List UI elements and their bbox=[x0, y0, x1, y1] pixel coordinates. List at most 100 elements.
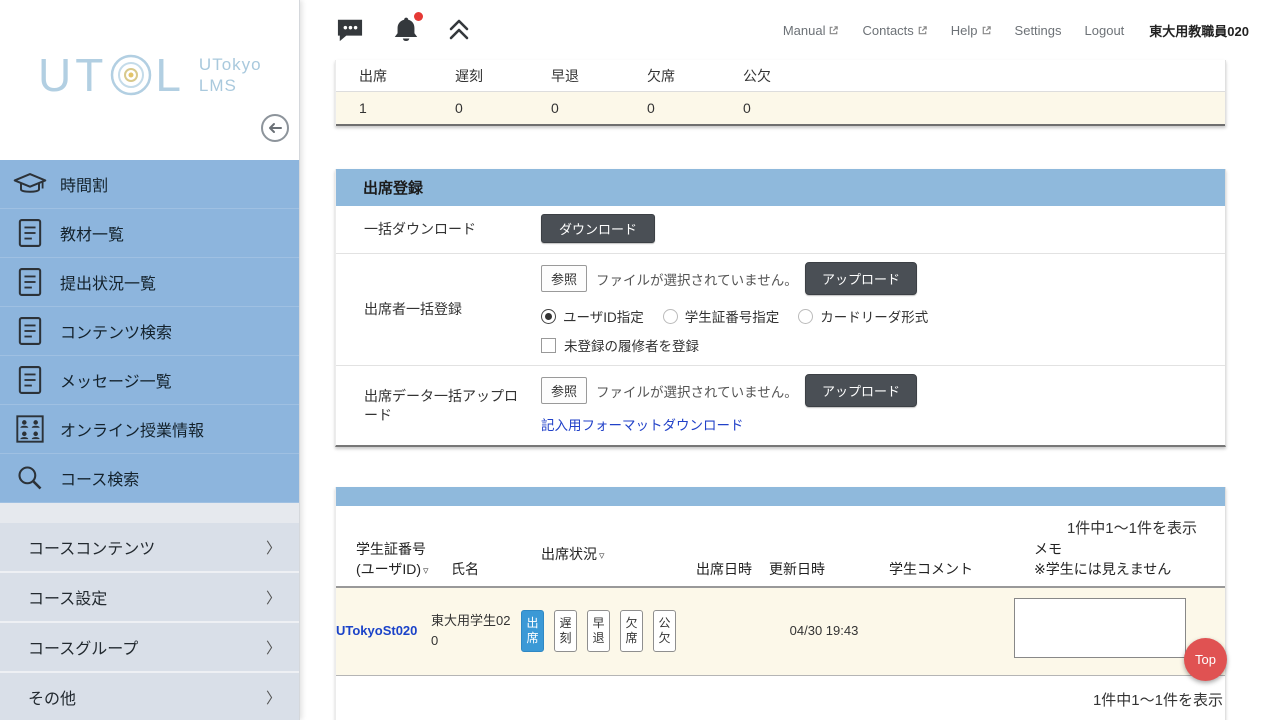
radio-checked-icon bbox=[541, 309, 556, 324]
sort-icon[interactable]: ▿ bbox=[599, 550, 605, 562]
summary-col-leave-early: 早退 bbox=[551, 66, 647, 86]
logo-letters-right: L bbox=[155, 48, 185, 102]
bulk-upload-row: 出席データ一括アップロード 参照 ファイルが選択されていません。 アップロード … bbox=[336, 366, 1225, 445]
bulk-download-label: 一括ダウンロード bbox=[336, 206, 541, 253]
radio-student-number[interactable]: 学生証番号指定 bbox=[663, 306, 780, 326]
section-title: 出席登録 bbox=[336, 169, 1225, 206]
students-header-row: 学生証番号 (ユーザID)▿ 氏名 出席状況▿ 出席日時 更新日時 学生コメント… bbox=[336, 540, 1225, 588]
sidebar-course-nav: コースコンテンツ 〉 コース設定 〉 コースグループ 〉 その他 〉 bbox=[0, 523, 299, 720]
contacts-link[interactable]: Contacts bbox=[862, 23, 927, 38]
sidebar-item-others[interactable]: その他 〉 bbox=[0, 673, 299, 720]
back-to-top-button[interactable]: Top bbox=[1184, 638, 1227, 681]
sidebar-item-course-settings[interactable]: コース設定 〉 bbox=[0, 573, 299, 623]
summary-col-present: 出席 bbox=[359, 66, 455, 86]
col-status: 出席状況▿ bbox=[541, 545, 696, 575]
settings-link[interactable]: Settings bbox=[1015, 23, 1062, 38]
radio-card-reader[interactable]: カードリーダ形式 bbox=[798, 306, 928, 326]
col-attend-time: 出席日時 bbox=[696, 560, 769, 580]
sidebar-item-messages[interactable]: メッセージ一覧 bbox=[0, 356, 299, 405]
browse-button[interactable]: 参照 bbox=[541, 377, 587, 404]
student-row: UTokyoSt020 東大用学生020 出席 遅刻 早退 欠席 公欠 04/3… bbox=[336, 588, 1225, 676]
download-button[interactable]: ダウンロード bbox=[541, 214, 655, 243]
file-status-text: ファイルが選択されていません。 bbox=[596, 269, 805, 289]
manual-link[interactable]: Manual bbox=[783, 23, 840, 38]
timetable-icon bbox=[0, 171, 60, 197]
pagination-bottom: 1件中1〜1件を表示 bbox=[336, 676, 1225, 720]
col-student-comment: 学生コメント bbox=[889, 560, 1034, 580]
chevron-right-icon: 〉 bbox=[266, 637, 281, 658]
current-user: 東大用教職員020 bbox=[1149, 21, 1249, 40]
summary-col-excused: 公欠 bbox=[743, 66, 839, 86]
students-table-section: 1件中1〜1件を表示 学生証番号 (ユーザID)▿ 氏名 出席状況▿ 出席日時 … bbox=[335, 487, 1226, 720]
memo-textarea[interactable] bbox=[1014, 598, 1186, 658]
summary-val-excused: 0 bbox=[743, 100, 839, 116]
external-link-icon bbox=[828, 25, 839, 36]
student-id-link[interactable]: UTokyoSt020 bbox=[336, 623, 417, 638]
sidebar-item-course-search[interactable]: コース検索 bbox=[0, 454, 299, 503]
sidebar-item-timetable[interactable]: 時間割 bbox=[0, 160, 299, 209]
notifications-button[interactable] bbox=[391, 15, 421, 45]
sidebar-divider bbox=[0, 503, 299, 523]
radio-user-id[interactable]: ユーザID指定 bbox=[541, 306, 644, 326]
content: 出席 遅刻 早退 欠席 公欠 1 0 0 0 0 出席登録 一括ダウンロード bbox=[301, 60, 1226, 720]
register-mode-radios: ユーザID指定 学生証番号指定 カードリーダ形式 bbox=[541, 306, 1225, 326]
summary-col-absent: 欠席 bbox=[647, 66, 743, 86]
logo-subtext: UTokyo LMS bbox=[199, 54, 262, 97]
utol-logo: UT L UTokyo LMS bbox=[38, 48, 262, 102]
sidebar-main-nav: 時間割 教材一覧 提出状況一覧 コンテンツ検索 メッセージ一覧 bbox=[0, 160, 299, 503]
update-time-value: 04/30 19:43 bbox=[749, 623, 869, 638]
checkbox-icon bbox=[541, 338, 556, 353]
status-absent-button[interactable]: 欠席 bbox=[620, 610, 643, 652]
student-name: 東大用学生020 bbox=[431, 611, 521, 650]
upload-button[interactable]: アップロード bbox=[805, 262, 917, 295]
format-download-link[interactable]: 記入用フォーマットダウンロード bbox=[541, 414, 744, 434]
file-status-text: ファイルが選択されていません。 bbox=[596, 381, 805, 401]
arrow-left-icon bbox=[268, 122, 282, 134]
register-unenrolled-checkbox[interactable]: 未登録の履修者を登録 bbox=[541, 335, 1225, 355]
summary-values-row: 1 0 0 0 0 bbox=[336, 92, 1225, 126]
sidebar-item-course-group[interactable]: コースグループ 〉 bbox=[0, 623, 299, 673]
logo-o-rings-icon bbox=[109, 53, 153, 97]
help-link[interactable]: Help bbox=[951, 23, 992, 38]
materials-list-icon bbox=[0, 218, 60, 248]
sidebar-item-online-class[interactable]: オンライン授業情報 bbox=[0, 405, 299, 454]
sidebar-item-submissions[interactable]: 提出状況一覧 bbox=[0, 258, 299, 307]
status-late-button[interactable]: 遅刻 bbox=[554, 610, 577, 652]
attendance-summary-table: 出席 遅刻 早退 欠席 公欠 1 0 0 0 0 bbox=[335, 60, 1226, 126]
bulk-download-row: 一括ダウンロード ダウンロード bbox=[336, 206, 1225, 254]
topbar: Manual Contacts Help Settings Logout 東大用… bbox=[301, 0, 1280, 60]
submissions-list-icon bbox=[0, 267, 60, 297]
bulk-register-row: 出席者一括登録 参照 ファイルが選択されていません。 アップロード ユーザID指… bbox=[336, 254, 1225, 366]
logo-area: UT L UTokyo LMS bbox=[0, 0, 299, 160]
radio-unchecked-icon bbox=[798, 309, 813, 324]
sidebar: UT L UTokyo LMS bbox=[0, 0, 300, 720]
summary-header-row: 出席 遅刻 早退 欠席 公欠 bbox=[336, 60, 1225, 92]
bulk-upload-label: 出席データ一括アップロード bbox=[336, 366, 541, 445]
browse-button[interactable]: 参照 bbox=[541, 265, 587, 292]
external-link-icon bbox=[981, 25, 992, 36]
chevron-right-icon: 〉 bbox=[266, 537, 281, 558]
sidebar-collapse-button[interactable] bbox=[261, 114, 289, 142]
status-excused-button[interactable]: 公欠 bbox=[653, 610, 676, 652]
summary-val-leave-early: 0 bbox=[551, 100, 647, 116]
status-button-group: 出席 遅刻 早退 欠席 公欠 bbox=[521, 610, 676, 652]
table-accent-bar bbox=[336, 487, 1225, 506]
online-class-icon bbox=[0, 415, 60, 443]
sort-icon[interactable]: ▿ bbox=[423, 565, 429, 577]
summary-col-late: 遅刻 bbox=[455, 66, 551, 86]
chevron-right-icon: 〉 bbox=[266, 687, 281, 708]
upload-button[interactable]: アップロード bbox=[805, 374, 917, 407]
status-present-button[interactable]: 出席 bbox=[521, 610, 544, 652]
logout-link[interactable]: Logout bbox=[1085, 23, 1125, 38]
scroll-top-button[interactable] bbox=[447, 17, 471, 43]
sidebar-item-content-search[interactable]: コンテンツ検索 bbox=[0, 307, 299, 356]
radio-unchecked-icon bbox=[663, 309, 678, 324]
sidebar-item-materials[interactable]: 教材一覧 bbox=[0, 209, 299, 258]
summary-val-absent: 0 bbox=[647, 100, 743, 116]
main-area: Manual Contacts Help Settings Logout 東大用… bbox=[301, 0, 1280, 720]
status-leave-early-button[interactable]: 早退 bbox=[587, 610, 610, 652]
summary-val-late: 0 bbox=[455, 100, 551, 116]
chat-button[interactable] bbox=[335, 17, 365, 43]
sidebar-item-course-contents[interactable]: コースコンテンツ 〉 bbox=[0, 523, 299, 573]
chat-bubble-icon bbox=[335, 17, 365, 43]
